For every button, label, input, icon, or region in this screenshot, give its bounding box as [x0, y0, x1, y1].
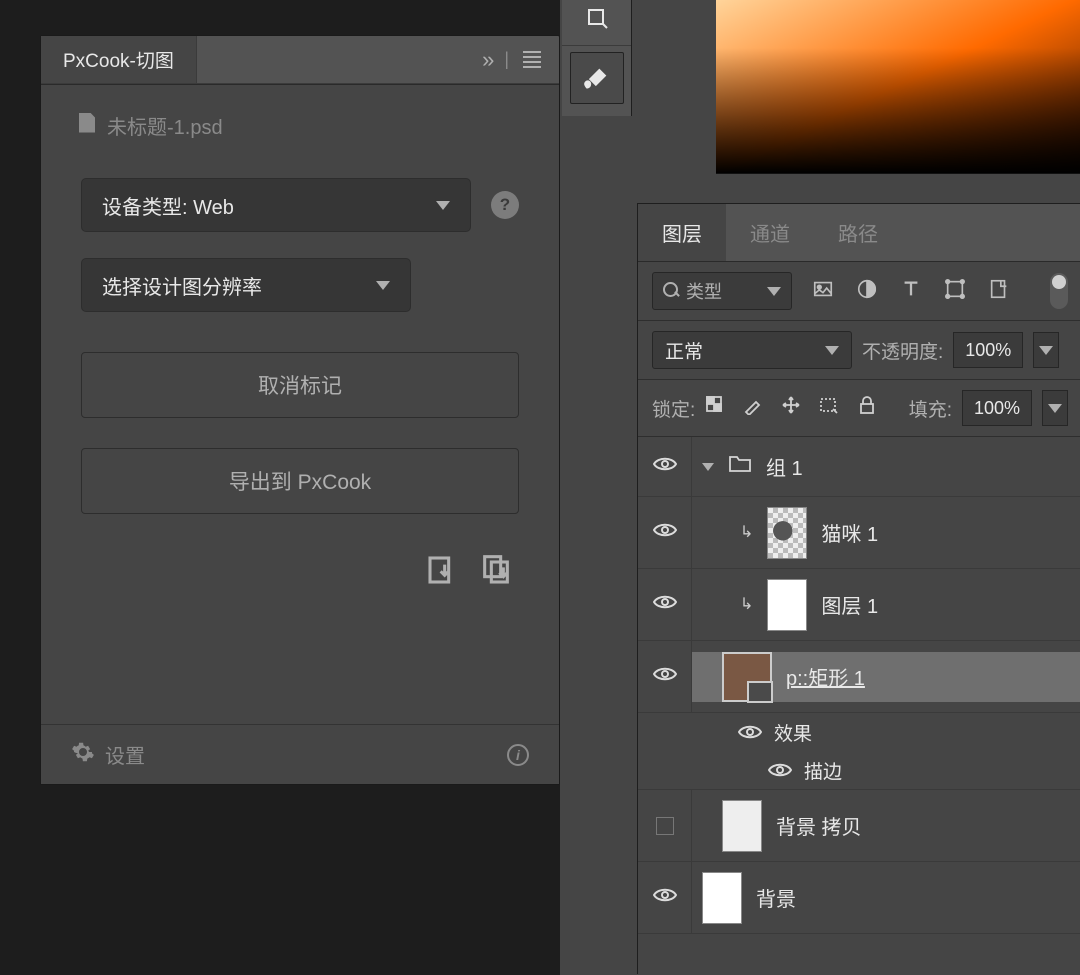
- filter-adjust-icon[interactable]: [856, 278, 878, 305]
- layer-filter-row: 类型: [638, 262, 1080, 321]
- visibility-toggle[interactable]: [653, 521, 677, 544]
- layer-row[interactable]: 背景 拷贝: [638, 790, 1080, 862]
- panel-menu-icon[interactable]: [523, 51, 541, 68]
- export-multi-icon[interactable]: [482, 554, 514, 591]
- lock-pixels-icon[interactable]: [743, 395, 763, 421]
- layer-row[interactable]: 背景: [638, 862, 1080, 934]
- pxcook-panel-header: PxCook-切图: [41, 36, 559, 84]
- visibility-toggle[interactable]: [653, 455, 677, 478]
- layer-filter-type-select[interactable]: 类型: [652, 272, 792, 310]
- layer-thumbnail[interactable]: [702, 872, 742, 924]
- layers-panel: 图层 通道 路径 类型 正常 不透明度: 100% 锁定:: [637, 203, 1080, 974]
- layer-thumbnail[interactable]: [767, 507, 807, 559]
- layer-effects-row[interactable]: 效果: [638, 713, 1080, 751]
- pxcook-footer: 设置 i: [41, 724, 559, 784]
- filter-type-icon[interactable]: [900, 278, 922, 305]
- visibility-toggle[interactable]: [738, 723, 762, 741]
- filter-shape-icon[interactable]: [944, 278, 966, 305]
- fill-field[interactable]: 100%: [962, 390, 1032, 426]
- filter-toggle[interactable]: [1050, 273, 1068, 309]
- chevron-down-icon: [436, 201, 450, 210]
- canvas-preview[interactable]: [716, 0, 1080, 174]
- chevron-down-icon: [767, 287, 781, 296]
- export-to-pxcook-button[interactable]: 导出到 PxCook: [81, 448, 519, 514]
- visibility-toggle[interactable]: [653, 886, 677, 909]
- chevron-down-icon: [376, 281, 390, 290]
- export-single-icon[interactable]: [426, 554, 458, 591]
- blend-mode-label: 正常: [665, 337, 703, 364]
- lock-all-icon[interactable]: [857, 395, 877, 421]
- resolution-select[interactable]: 选择设计图分辨率: [81, 258, 411, 312]
- info-icon[interactable]: i: [507, 744, 529, 766]
- layer-effect-stroke-label: 描边: [804, 757, 842, 784]
- layer-effects-label: 效果: [774, 719, 812, 746]
- lock-transparency-icon[interactable]: [705, 395, 725, 421]
- layer-name: 背景: [756, 883, 796, 912]
- layer-name: 背景 拷贝: [776, 811, 862, 840]
- lock-row: 锁定: 填充: 100%: [638, 380, 1080, 437]
- device-type-select[interactable]: 设备类型: Web: [81, 178, 471, 232]
- settings-label[interactable]: 设置: [105, 740, 145, 769]
- visibility-toggle-off[interactable]: [656, 817, 674, 835]
- blend-mode-select[interactable]: 正常: [652, 331, 852, 369]
- layers-panel-tabs: 图层 通道 路径: [638, 204, 1080, 262]
- file-icon: [79, 113, 95, 139]
- layer-thumbnail[interactable]: [722, 800, 762, 852]
- current-file-name: 未标题-1.psd: [107, 111, 223, 140]
- clip-mask-indicator-icon: ↳: [740, 522, 753, 542]
- resolution-select-label: 选择设计图分辨率: [102, 271, 262, 300]
- help-icon[interactable]: ?: [491, 191, 519, 219]
- disclosure-triangle-icon[interactable]: [702, 463, 714, 471]
- fill-dropdown[interactable]: [1042, 390, 1068, 426]
- tool-strip: [562, 0, 632, 116]
- pxcook-panel: PxCook-切图 未标题-1.psd 设备类型: Web ? 选择设计图分辨率: [40, 35, 560, 785]
- blend-mode-row: 正常 不透明度: 100%: [638, 321, 1080, 380]
- layer-list: 组 1 ↳ 猫咪 1 ↳ 图层 1 p::矩形 1: [638, 437, 1080, 974]
- opacity-field[interactable]: 100%: [953, 332, 1023, 368]
- separator: [504, 49, 509, 70]
- gear-icon[interactable]: [71, 740, 95, 770]
- lock-artboard-icon[interactable]: [819, 395, 839, 421]
- current-file-row: 未标题-1.psd: [41, 85, 559, 160]
- cancel-mark-button[interactable]: 取消标记: [81, 352, 519, 418]
- lock-position-icon[interactable]: [781, 395, 801, 421]
- opacity-label: 不透明度:: [862, 337, 943, 364]
- layer-thumbnail[interactable]: [722, 652, 772, 702]
- tab-channels[interactable]: 通道: [726, 204, 814, 261]
- layer-name: 组 1: [766, 452, 803, 481]
- search-icon: [663, 281, 678, 302]
- device-type-select-label: 设备类型: Web: [102, 191, 234, 220]
- collapse-panel-icon[interactable]: [482, 47, 490, 73]
- pxcook-tab[interactable]: PxCook-切图: [41, 36, 197, 83]
- layer-effect-stroke-row[interactable]: 描边: [638, 751, 1080, 789]
- chevron-down-icon: [825, 346, 839, 355]
- visibility-toggle[interactable]: [653, 665, 677, 688]
- opacity-dropdown[interactable]: [1033, 332, 1059, 368]
- layer-thumbnail[interactable]: [767, 579, 807, 631]
- visibility-toggle[interactable]: [768, 761, 792, 779]
- tab-paths[interactable]: 路径: [814, 204, 902, 261]
- layer-filter-type-label: 类型: [686, 278, 722, 304]
- layer-row[interactable]: ↳ 猫咪 1: [638, 497, 1080, 569]
- layer-row-group[interactable]: 组 1: [638, 437, 1080, 497]
- lock-label: 锁定:: [652, 395, 695, 422]
- layer-name: 猫咪 1: [821, 518, 878, 547]
- brush-tool-button[interactable]: [570, 52, 624, 104]
- layer-row-selected[interactable]: p::矩形 1: [638, 641, 1080, 713]
- artboard-tool-icon[interactable]: [585, 6, 609, 35]
- folder-icon: [728, 454, 752, 479]
- fill-label: 填充:: [909, 395, 952, 422]
- layer-name: p::矩形 1: [786, 662, 865, 691]
- filter-pixel-icon[interactable]: [812, 278, 834, 305]
- clip-mask-indicator-icon: ↳: [740, 594, 753, 614]
- filter-smart-icon[interactable]: [988, 278, 1010, 305]
- layer-name: 图层 1: [821, 590, 878, 619]
- layer-row[interactable]: ↳ 图层 1: [638, 569, 1080, 641]
- visibility-toggle[interactable]: [653, 593, 677, 616]
- tab-layers[interactable]: 图层: [638, 204, 726, 261]
